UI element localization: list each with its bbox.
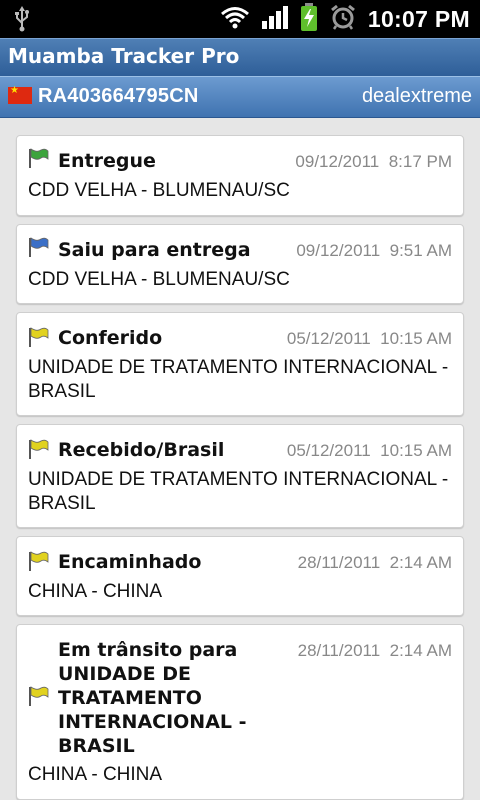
event-card[interactable]: Saiu para entrega 09/12/2011 9:51 AM CDD… bbox=[16, 224, 464, 304]
flag-icon bbox=[29, 551, 49, 571]
usb-icon bbox=[14, 6, 30, 36]
store-name: dealextreme bbox=[361, 85, 472, 107]
event-card[interactable]: Conferido 05/12/2011 10:15 AM UNIDADE DE… bbox=[16, 312, 464, 416]
event-timestamp: 05/12/2011 10:15 AM bbox=[287, 441, 452, 461]
package-header[interactable]: ★ RA403664795CN dealextreme bbox=[0, 76, 480, 118]
signal-icon bbox=[261, 5, 288, 33]
event-card[interactable]: Em trânsito para UNIDADE DE TRATAMENTO I… bbox=[16, 624, 464, 800]
flag-icon bbox=[29, 148, 49, 168]
event-location: CHINA - CHINA bbox=[28, 764, 163, 785]
event-time: 2:14 AM bbox=[389, 641, 452, 660]
flag-icon bbox=[29, 237, 49, 257]
event-status: Recebido/Brasil bbox=[58, 439, 225, 461]
event-date: 09/12/2011 bbox=[296, 241, 381, 260]
tracking-event-list[interactable]: Entregue 09/12/2011 8:17 PM CDD VELHA - … bbox=[0, 118, 480, 800]
event-status: Em trânsito para UNIDADE DE TRATAMENTO I… bbox=[58, 639, 247, 757]
flag-icon bbox=[29, 439, 49, 459]
event-status: Encaminhado bbox=[58, 551, 202, 573]
event-date: 28/11/2011 bbox=[297, 553, 381, 572]
event-status: Saiu para entrega bbox=[58, 239, 251, 261]
event-time: 10:15 AM bbox=[380, 441, 452, 460]
event-date: 05/12/2011 bbox=[286, 441, 371, 460]
event-date: 05/12/2011 bbox=[286, 329, 371, 348]
event-timestamp: 28/11/2011 2:14 AM bbox=[298, 641, 452, 661]
alarm-clock-icon bbox=[330, 4, 356, 34]
status-bar: 10:07 PM bbox=[0, 0, 480, 38]
event-time: 8:17 PM bbox=[388, 152, 452, 171]
event-timestamp: 05/12/2011 10:15 AM bbox=[287, 329, 452, 349]
event-status: Conferido bbox=[58, 327, 163, 349]
event-time: 9:51 AM bbox=[389, 241, 452, 260]
event-location: UNIDADE DE TRATAMENTO INTERNACIONAL - BR… bbox=[28, 469, 449, 514]
app-title: Muamba Tracker Pro bbox=[8, 44, 240, 68]
wifi-icon bbox=[220, 5, 250, 33]
battery-charging-icon bbox=[300, 3, 318, 35]
event-date: 09/12/2011 bbox=[295, 152, 380, 171]
event-timestamp: 09/12/2011 8:17 PM bbox=[295, 152, 452, 172]
tracking-code: RA403664795CN bbox=[38, 85, 199, 107]
event-location: CDD VELHA - BLUMENAU/SC bbox=[28, 180, 290, 201]
event-location: CDD VELHA - BLUMENAU/SC bbox=[28, 269, 290, 290]
event-location: UNIDADE DE TRATAMENTO INTERNACIONAL - BR… bbox=[28, 357, 449, 402]
event-status: Entregue bbox=[58, 150, 156, 172]
event-timestamp: 28/11/2011 2:14 AM bbox=[298, 553, 452, 573]
event-card[interactable]: Encaminhado 28/11/2011 2:14 AM CHINA - C… bbox=[16, 536, 464, 616]
event-time: 10:15 AM bbox=[380, 329, 452, 348]
status-clock: 10:07 PM bbox=[367, 5, 470, 32]
event-card[interactable]: Recebido/Brasil 05/12/2011 10:15 AM UNID… bbox=[16, 424, 464, 528]
flag-icon bbox=[29, 327, 49, 347]
china-flag-icon: ★ bbox=[8, 86, 32, 104]
event-time: 2:14 AM bbox=[389, 553, 452, 572]
event-location: CHINA - CHINA bbox=[28, 581, 163, 602]
flag-icon bbox=[29, 686, 49, 706]
event-card[interactable]: Entregue 09/12/2011 8:17 PM CDD VELHA - … bbox=[16, 135, 464, 216]
app-title-bar: Muamba Tracker Pro bbox=[0, 38, 480, 76]
event-timestamp: 09/12/2011 9:51 AM bbox=[296, 241, 452, 261]
event-date: 28/11/2011 bbox=[297, 641, 381, 660]
